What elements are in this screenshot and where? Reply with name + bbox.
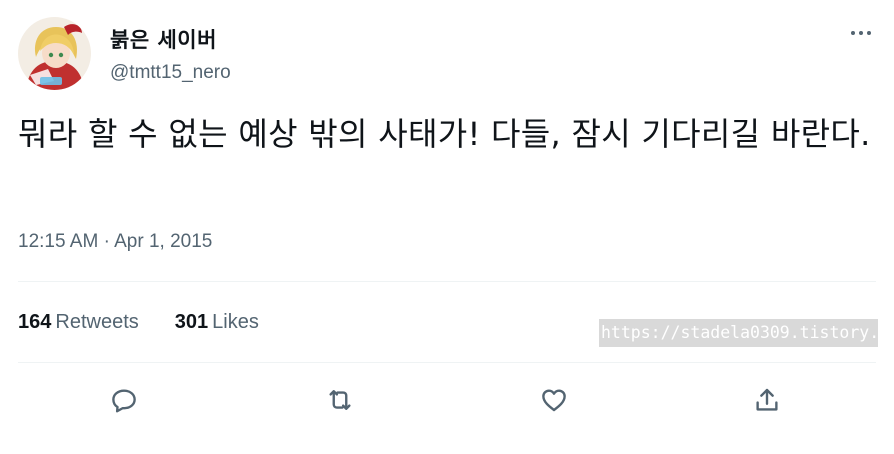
likes-label: Likes: [212, 311, 259, 333]
tweet-timestamp[interactable]: 12:15 AM · Apr 1, 2015: [18, 231, 212, 253]
timestamp-separator: ·: [103, 231, 110, 252]
more-horizontal-icon: [859, 31, 863, 35]
reply-icon: [112, 389, 136, 413]
more-horizontal-icon: [851, 31, 855, 35]
like-icon: [542, 389, 566, 412]
retweets-stat[interactable]: 164 Retweets: [18, 311, 139, 334]
divider: [18, 362, 876, 363]
avatar-image: [18, 17, 91, 90]
more-horizontal-icon: [867, 31, 871, 35]
tweet-date[interactable]: Apr 1, 2015: [114, 231, 212, 252]
tweet-actions: [0, 378, 894, 422]
tweet-stats: 164 Retweets 301 Likes: [18, 311, 259, 334]
likes-stat[interactable]: 301 Likes: [175, 311, 259, 334]
retweet-button[interactable]: [318, 378, 362, 422]
retweets-count: 164: [18, 311, 52, 333]
author-handle[interactable]: @tmtt15_nero: [110, 62, 231, 84]
divider: [18, 281, 876, 282]
likes-count: 301: [174, 311, 209, 333]
tweet-card: 붉은 세이버 @tmtt15_nero 뭐라 할 수 없는 예상 밖의 사태가!…: [0, 0, 894, 454]
reply-button[interactable]: [102, 378, 146, 422]
share-icon: [756, 388, 778, 411]
avatar[interactable]: [18, 17, 91, 90]
tweet-time[interactable]: 12:15 AM: [18, 231, 98, 252]
tweet-text: 뭐라 할 수 없는 예상 밖의 사태가! 다들, 잠시 기다리길 바란다.: [18, 115, 871, 153]
more-options-button[interactable]: [845, 22, 877, 44]
like-button[interactable]: [532, 378, 576, 422]
share-button[interactable]: [745, 378, 789, 422]
retweet-icon: [329, 390, 351, 410]
watermark: https://stadela0309.tistory.com: [599, 319, 878, 347]
retweets-label: Retweets: [55, 311, 139, 333]
author-display-name[interactable]: 붉은 세이버: [110, 24, 217, 54]
